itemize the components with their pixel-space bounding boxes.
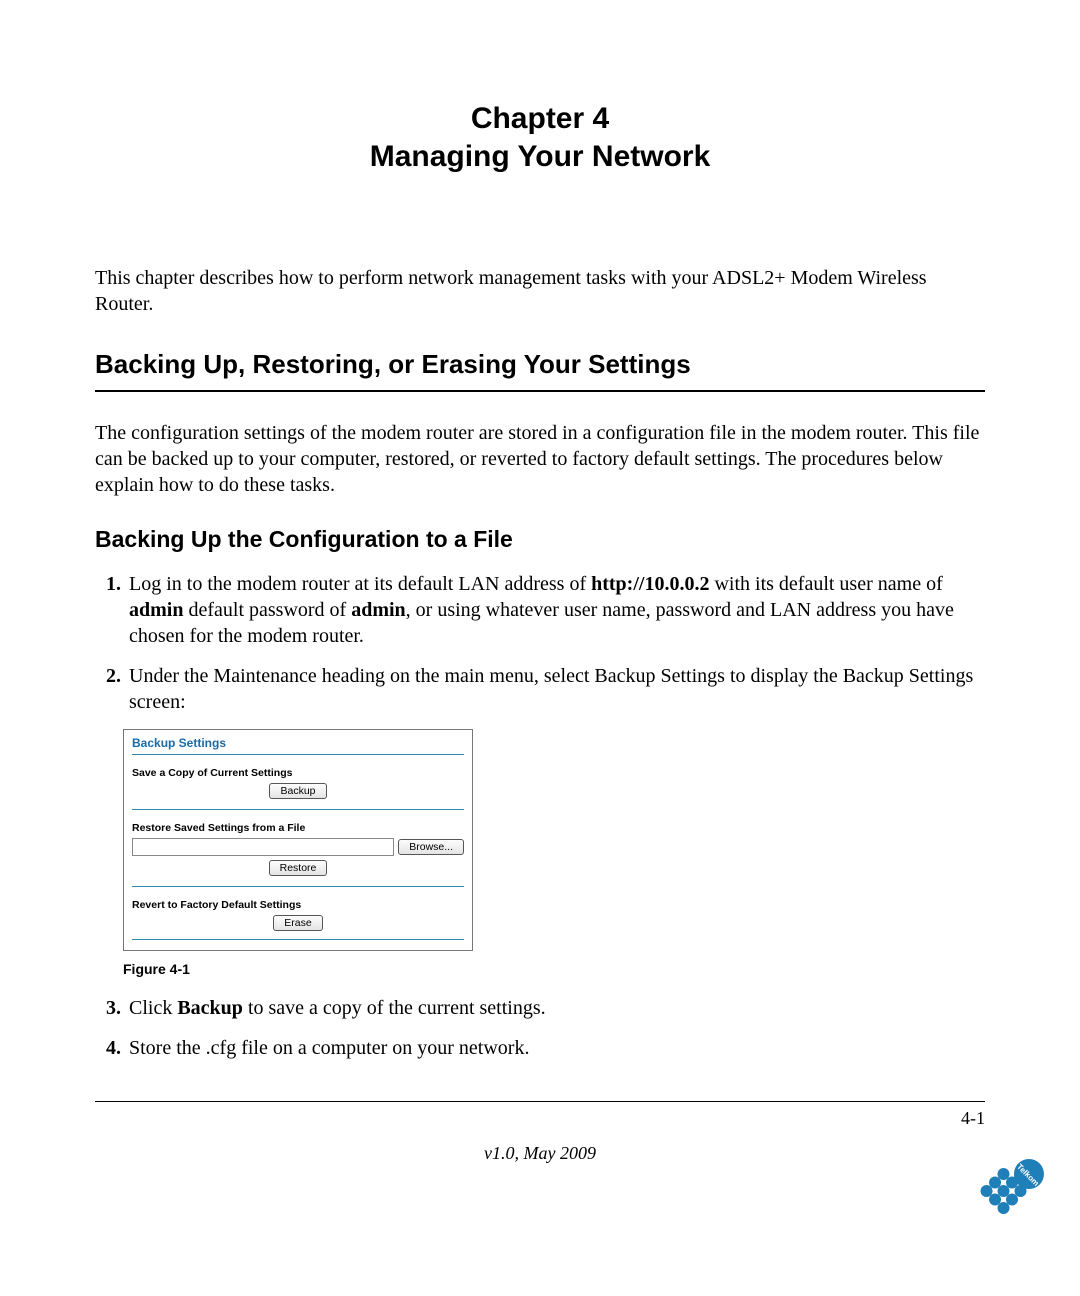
figure-caption: Figure 4-1 bbox=[123, 961, 985, 977]
step-list: Log in to the modem router at its defaul… bbox=[95, 571, 985, 715]
step-3: Click Backup to save a copy of the curre… bbox=[123, 995, 985, 1021]
restore-file-input[interactable] bbox=[132, 838, 394, 856]
save-copy-label: Save a Copy of Current Settings bbox=[132, 767, 464, 779]
erase-button[interactable]: Erase bbox=[273, 915, 322, 931]
section-paragraph: The configuration settings of the modem … bbox=[95, 420, 985, 498]
default-password: admin bbox=[351, 599, 405, 621]
step-3-text: Click bbox=[129, 997, 177, 1019]
footer: 4-1 bbox=[95, 1102, 985, 1129]
restore-button[interactable]: Restore bbox=[269, 860, 328, 876]
divider bbox=[132, 754, 464, 755]
step-1-text: default password of bbox=[183, 599, 351, 621]
divider bbox=[132, 939, 464, 940]
page-number: 4-1 bbox=[961, 1108, 985, 1129]
step-list-continued: Click Backup to save a copy of the curre… bbox=[95, 995, 985, 1061]
revert-label: Revert to Factory Default Settings bbox=[132, 899, 464, 911]
chapter-number: Chapter 4 bbox=[95, 100, 985, 138]
browse-button[interactable]: Browse... bbox=[398, 839, 464, 855]
chapter-name: Managing Your Network bbox=[95, 138, 985, 176]
chapter-intro: This chapter describes how to perform ne… bbox=[95, 265, 985, 317]
screenshot-panel: Backup Settings Save a Copy of Current S… bbox=[123, 729, 473, 951]
figure-backup-settings: Backup Settings Save a Copy of Current S… bbox=[123, 729, 985, 951]
chapter-title: Chapter 4 Managing Your Network bbox=[95, 100, 985, 175]
telkom-logo: Telkom bbox=[972, 1146, 1052, 1236]
step-2: Under the Maintenance heading on the mai… bbox=[123, 663, 985, 715]
step-3-text: to save a copy of the current settings. bbox=[243, 997, 546, 1019]
restore-label: Restore Saved Settings from a File bbox=[132, 822, 464, 834]
backup-bold: Backup bbox=[177, 997, 243, 1019]
step-4: Store the .cfg file on a computer on you… bbox=[123, 1035, 985, 1061]
divider bbox=[132, 809, 464, 810]
step-1: Log in to the modem router at its defaul… bbox=[123, 571, 985, 649]
section-heading-backup-restore-erase: Backing Up, Restoring, or Erasing Your S… bbox=[95, 349, 985, 392]
subsection-heading-backup-config: Backing Up the Configuration to a File bbox=[95, 526, 985, 553]
screenshot-title: Backup Settings bbox=[132, 736, 464, 750]
version-line: v1.0, May 2009 bbox=[95, 1143, 985, 1164]
step-1-text: Log in to the modem router at its defaul… bbox=[129, 573, 591, 595]
step-1-text: with its default user name of bbox=[709, 573, 942, 595]
default-lan-url: http://10.0.0.2 bbox=[591, 573, 709, 595]
backup-button[interactable]: Backup bbox=[269, 783, 326, 799]
default-username: admin bbox=[129, 599, 183, 621]
divider bbox=[132, 886, 464, 887]
